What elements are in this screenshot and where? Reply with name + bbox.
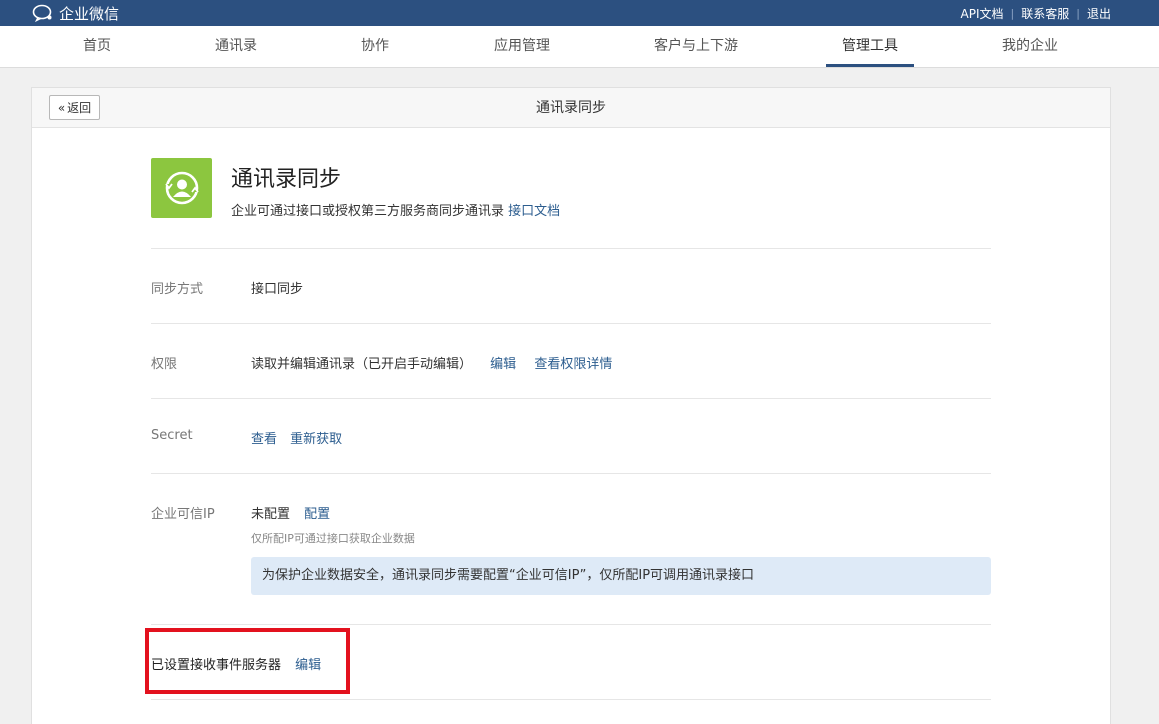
- trusted-ip-label: 企业可信IP: [151, 507, 215, 522]
- nav-item-customers[interactable]: 客户与上下游: [654, 26, 738, 67]
- permission-details-link[interactable]: 查看权限详情: [534, 357, 612, 372]
- highlight-annotation: [145, 628, 350, 694]
- separator: |: [1076, 6, 1080, 20]
- separator: |: [1010, 6, 1015, 20]
- app-description-text: 企业可通过接口或授权第三方服务商同步通讯录: [231, 204, 505, 219]
- sync-mode-value: 接口同步: [251, 282, 304, 297]
- divider: [151, 323, 991, 324]
- person-sync-icon: [164, 171, 199, 205]
- brand-logo[interactable]: 企业微信: [32, 1, 119, 25]
- secret-refresh-link[interactable]: 重新获取: [290, 432, 342, 447]
- nav-item-contacts[interactable]: 通讯录: [215, 26, 257, 67]
- permission-edit-link[interactable]: 编辑: [490, 357, 516, 372]
- trusted-ip-hint: 仅所配IP可通过接口获取企业数据: [251, 532, 415, 545]
- nav-item-home[interactable]: 首页: [83, 26, 111, 67]
- active-tab-indicator: [826, 64, 914, 67]
- logout-link[interactable]: 退出: [1087, 5, 1111, 22]
- panel-header: 通讯录同步 « 返回: [32, 88, 1110, 128]
- nav-item-collaboration[interactable]: 协作: [361, 26, 389, 67]
- nav-item-my-enterprise[interactable]: 我的企业: [1002, 26, 1058, 67]
- content-panel: 通讯录同步 « 返回 通讯录同步 企业可通过接口或授权第三方服务商同步通讯录 接…: [31, 87, 1111, 724]
- trusted-ip-status: 未配置: [251, 507, 291, 522]
- double-chevron-left-icon: «: [57, 100, 66, 115]
- divider: [151, 624, 991, 625]
- contact-support-link[interactable]: 联系客服: [1021, 5, 1069, 22]
- page-title: 通讯录同步: [536, 100, 606, 116]
- divider: [151, 398, 991, 399]
- api-docs-link[interactable]: API文档: [961, 5, 1004, 22]
- divider: [151, 248, 991, 249]
- secret-row: 查看 重新获取: [251, 428, 342, 447]
- trusted-ip-configure-link[interactable]: 配置: [304, 507, 330, 522]
- trusted-ip-row: 未配置 配置: [251, 503, 330, 522]
- api-doc-link[interactable]: 接口文档: [508, 204, 560, 219]
- wecom-logo-icon: [32, 4, 52, 22]
- app-description: 企业可通过接口或授权第三方服务商同步通讯录 接口文档: [231, 200, 560, 219]
- secret-view-link[interactable]: 查看: [251, 432, 277, 447]
- nav-item-app-management[interactable]: 应用管理: [494, 26, 550, 67]
- permission-label: 权限: [151, 357, 178, 372]
- sync-mode-label: 同步方式: [151, 282, 204, 297]
- permission-value: 读取并编辑通讯录（已开启手动编辑）: [251, 357, 473, 372]
- back-label: 返回: [67, 101, 92, 115]
- contacts-sync-icon: [151, 158, 212, 218]
- nav-item-management-tools[interactable]: 管理工具: [842, 26, 898, 67]
- divider: [151, 699, 991, 700]
- brand-name: 企业微信: [59, 4, 120, 23]
- main-nav: 首页 通讯录 协作 应用管理 客户与上下游 管理工具 我的企业: [0, 26, 1159, 68]
- secret-label: Secret: [151, 428, 193, 443]
- permission-row: 读取并编辑通讯录（已开启手动编辑） 编辑 查看权限详情: [251, 353, 612, 372]
- app-name: 通讯录同步: [231, 167, 342, 192]
- back-button[interactable]: « 返回: [49, 95, 100, 120]
- trusted-ip-notice: 为保护企业数据安全，通讯录同步需要配置“企业可信IP”，仅所配IP可调用通讯录接…: [251, 557, 991, 595]
- top-links: API文档 | 联系客服 | 退出: [961, 0, 1111, 26]
- top-bar: 企业微信 API文档 | 联系客服 | 退出: [0, 0, 1159, 26]
- divider: [151, 473, 991, 474]
